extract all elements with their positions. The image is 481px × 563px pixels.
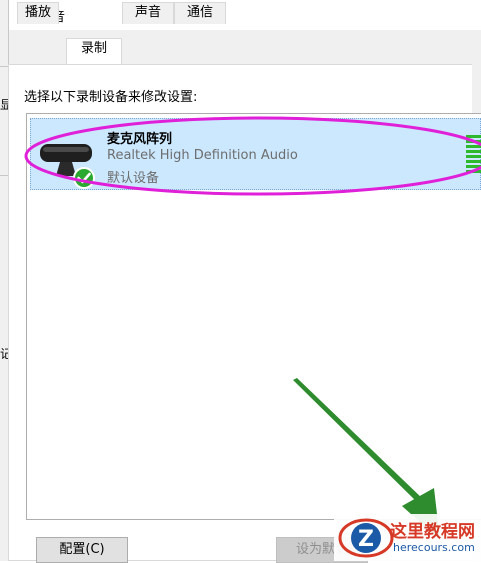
tab-recording[interactable]: 录制 (66, 38, 122, 64)
configure-button[interactable]: 配置(C) (36, 537, 128, 563)
device-status: 默认设备 (107, 171, 160, 186)
watermark-url: herecours.com (393, 541, 475, 554)
instruction-text: 选择以下录制设备来修改设置: (24, 90, 198, 105)
svg-text:Z: Z (358, 527, 374, 552)
microphone-array-icon (40, 144, 95, 189)
default-check-icon (73, 167, 95, 189)
tab-sounds[interactable]: 声音 (122, 2, 174, 24)
tab-playback[interactable]: 播放 (17, 2, 59, 24)
tab-communications[interactable]: 通信 (174, 2, 226, 24)
title-bar[interactable]: 声音 (9, 0, 481, 30)
level-meter (466, 135, 481, 173)
watermark-title: 这里教程网 (390, 522, 475, 542)
device-driver: Realtek High Definition Audio (107, 148, 298, 163)
device-name: 麦克风阵列 (107, 132, 173, 147)
